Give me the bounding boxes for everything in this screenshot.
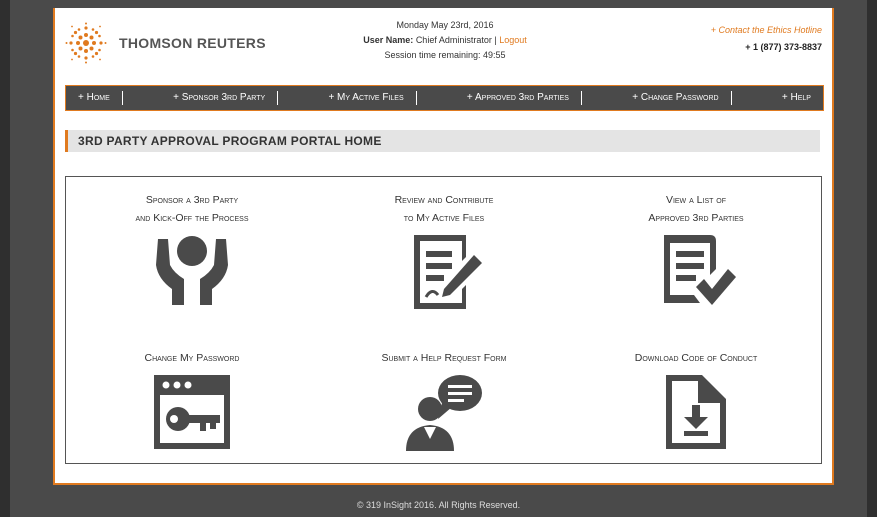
- tile-sponsor-3rd-party[interactable]: Sponsor a 3rd Party and Kick-Off the Pro…: [72, 191, 312, 307]
- footer-copyright: © 319 InSight 2016. All Rights Reserved.: [356, 500, 521, 510]
- session-timer: Session time remaining: 49:55: [384, 50, 506, 60]
- ethics-hotline: + Contact the Ethics Hotline + 1 (877) 3…: [711, 22, 822, 56]
- nav-sponsor-3rd-party[interactable]: + Sponsor 3rd Party: [161, 91, 279, 105]
- user-name-label: User Name:: [363, 35, 414, 45]
- nav-approved-3rd-parties[interactable]: + Approved 3rd Parties: [455, 91, 582, 105]
- ethics-hotline-phone: + 1 (877) 373-8837: [745, 42, 822, 52]
- user-name: Chief Administrator: [415, 35, 492, 45]
- tile-label: Submit a Help Request Form: [381, 352, 507, 364]
- list-check-icon: [664, 235, 736, 305]
- tile-help-request[interactable]: Submit a Help Request Form: [324, 349, 564, 451]
- nav-home[interactable]: + Home: [66, 91, 123, 105]
- key-window-icon: [154, 375, 230, 449]
- thomson-reuters-logo-icon: [65, 22, 107, 64]
- ethics-hotline-link[interactable]: + Contact the Ethics Hotline: [711, 22, 822, 39]
- tile-change-password[interactable]: Change My Password: [72, 349, 312, 451]
- tile-review-active-files[interactable]: Review and Contribute to My Active Files: [324, 191, 564, 313]
- document-edit-icon: [414, 235, 482, 309]
- section-title: 3RD PARTY APPROVAL PROGRAM PORTAL HOME: [65, 130, 820, 152]
- tile-download-code-of-conduct[interactable]: Download Code of Conduct: [576, 349, 816, 451]
- logo-text: THOMSON REUTERS: [119, 35, 266, 51]
- nav-help[interactable]: + Help: [770, 91, 823, 105]
- tile-label: Sponsor a 3rd Party and Kick-Off the Pro…: [135, 194, 249, 224]
- portal-page: THOMSON REUTERS Monday May 23rd, 2016 Us…: [53, 8, 834, 485]
- session-info: Monday May 23rd, 2016 User Name: Chief A…: [325, 18, 565, 63]
- portal-tiles-panel: Sponsor a 3rd Party and Kick-Off the Pro…: [65, 176, 822, 464]
- main-nav: + Home + Sponsor 3rd Party + My Active F…: [65, 85, 824, 111]
- logout-link[interactable]: Logout: [499, 35, 527, 45]
- tile-label: Change My Password: [144, 352, 240, 364]
- tile-approved-3rd-parties[interactable]: View a List of Approved 3rd Parties: [576, 191, 816, 309]
- file-download-icon: [666, 375, 726, 449]
- tile-label: Download Code of Conduct: [634, 352, 758, 364]
- current-date: Monday May 23rd, 2016: [396, 20, 494, 30]
- person-chat-icon: [406, 375, 482, 451]
- nav-my-active-files[interactable]: + My Active Files: [316, 91, 417, 105]
- logo[interactable]: THOMSON REUTERS: [65, 22, 266, 64]
- tile-label: View a List of Approved 3rd Parties: [648, 194, 744, 224]
- nav-change-password[interactable]: + Change Password: [620, 91, 732, 105]
- hands-person-icon: [156, 236, 228, 305]
- user-line: User Name: Chief Administrator | Logout: [363, 35, 527, 45]
- tile-label: Review and Contribute to My Active Files: [394, 194, 494, 224]
